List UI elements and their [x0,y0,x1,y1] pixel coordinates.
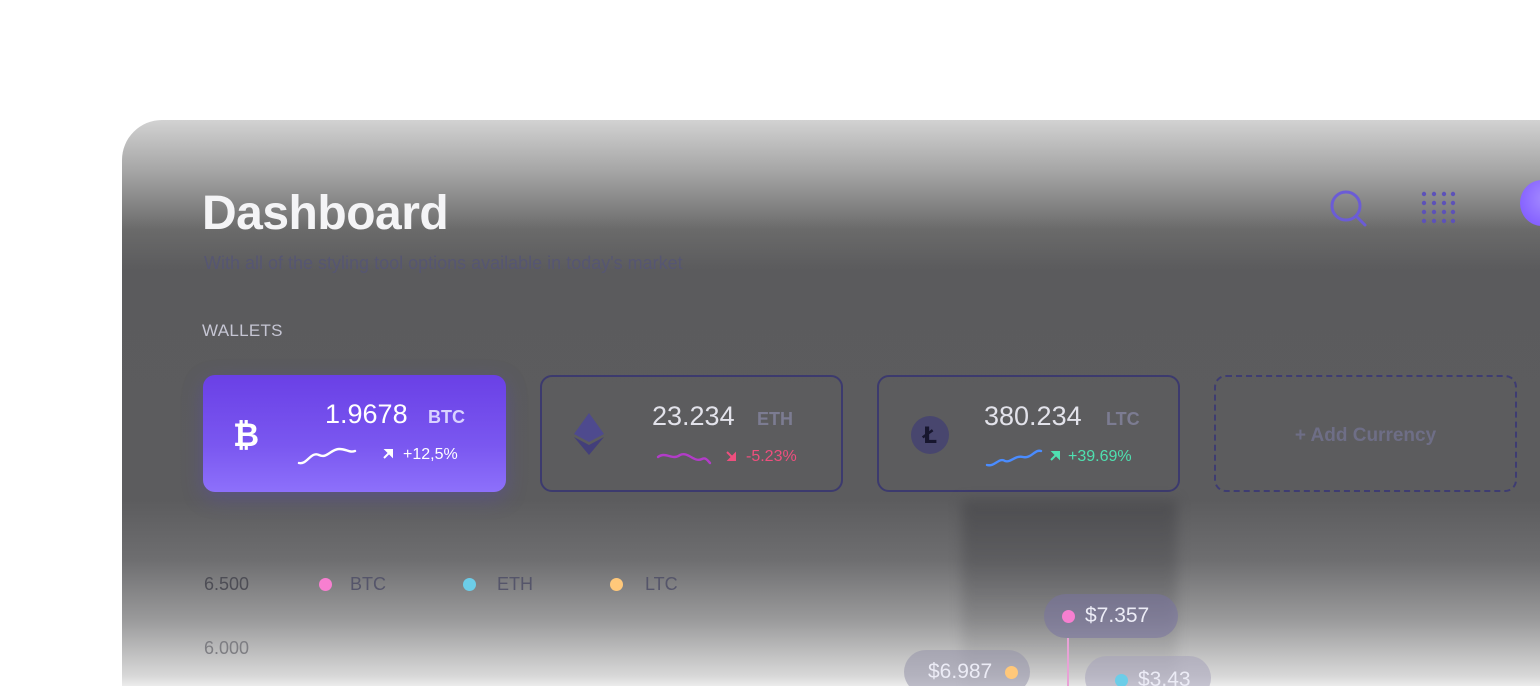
litecoin-icon: Ł [911,416,949,454]
wallet-change: -5.23% [746,448,797,465]
wallet-card-ltc[interactable]: Ł 380.234 LTC +39.69% [877,375,1180,492]
tooltip-dot [1062,610,1075,623]
chart-tooltip-btc: $7.357 [1044,594,1178,638]
add-currency-label: + Add Currency [1294,425,1437,446]
wallet-change: +12,5% [403,446,458,463]
tooltip-value: $3.43 [1138,668,1191,686]
bitcoin-icon: ₿ [233,417,259,451]
add-currency-button[interactable]: + Add Currency [1214,375,1517,492]
y-axis-label: 6.500 [204,574,250,594]
wallet-unit: BTC [428,407,465,427]
tooltip-value: $7.357 [1085,604,1150,627]
legend-dot-btc [319,578,332,591]
wallet-unit: LTC [1106,409,1140,429]
wallets-section-label: WALLETS [202,321,283,340]
tooltip-dot [1005,666,1018,679]
sparkline-chart [985,449,1043,467]
wallet-unit: ETH [757,409,793,429]
wallet-change: +39.69% [1068,448,1132,465]
trend-up-icon [383,449,393,459]
chart-crosshair-line [1067,638,1069,686]
wallet-amount: 380.234 [984,401,1082,431]
legend-dot-eth [463,578,476,591]
trend-up-icon [1050,451,1060,461]
wallet-card-eth[interactable]: 23.234 ETH -5.23% [540,375,843,492]
avatar[interactable] [1520,180,1540,226]
grid-menu-icon[interactable] [1420,190,1456,226]
sparkline-chart [297,447,357,465]
page-title: Dashboard [202,187,449,240]
trend-down-icon [726,451,736,461]
sparkline-chart [656,452,712,465]
tooltip-dot [1115,674,1128,686]
search-icon[interactable] [1328,188,1368,228]
dashboard-panel: Dashboard With all of the styling tool o… [122,120,1540,686]
legend-label-eth: ETH [497,574,533,594]
legend-label-ltc: LTC [645,574,678,594]
ethereum-icon [574,413,604,455]
chart-tooltip-eth: $3.43 [1085,656,1211,686]
page-subtitle: With all of the styling tool options ava… [204,253,683,273]
wallet-amount: 1.9678 [325,399,408,429]
wallet-amount: 23.234 [652,401,735,431]
legend-dot-ltc [610,578,623,591]
wallet-card-btc[interactable]: ₿ 1.9678 BTC +12,5% [203,375,506,492]
y-axis-label: 6.000 [204,638,250,658]
svg-text:₿: ₿ [233,417,259,451]
tooltip-value: $6.987 [928,660,993,683]
legend-label-btc: BTC [350,574,386,594]
chart-tooltip-ltc: $6.987 [904,650,1030,686]
svg-text:Ł: Ł [922,424,937,449]
